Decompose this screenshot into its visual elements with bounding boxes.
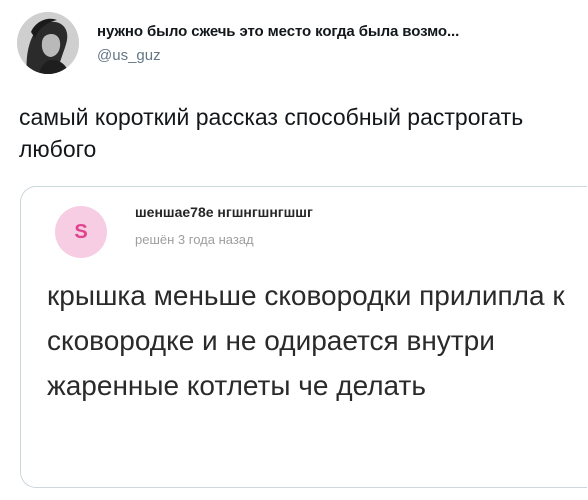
profile-avatar[interactable] — [17, 12, 79, 74]
profile-photo-icon — [17, 12, 79, 74]
tweet-header: нужно было сжечь это место когда была во… — [17, 12, 577, 74]
quoted-post-time: решён 3 года назад — [135, 232, 254, 247]
author-handle[interactable]: @us_guz — [97, 47, 161, 64]
author-name[interactable]: нужно было сжечь это место когда была во… — [97, 23, 459, 40]
quoted-post-body: крышка меньше сковородки прилипла к сков… — [47, 280, 565, 401]
quoted-post-card[interactable]: S шеншае78е нгшнгшнгшшг решён 3 года наз… — [20, 186, 587, 488]
tweet-text: самый короткий рассказ способный растрог… — [19, 104, 524, 162]
quoted-author-name: шеншае78е нгшнгшнгшшг — [135, 204, 313, 220]
quoted-author-avatar: S — [55, 206, 107, 258]
